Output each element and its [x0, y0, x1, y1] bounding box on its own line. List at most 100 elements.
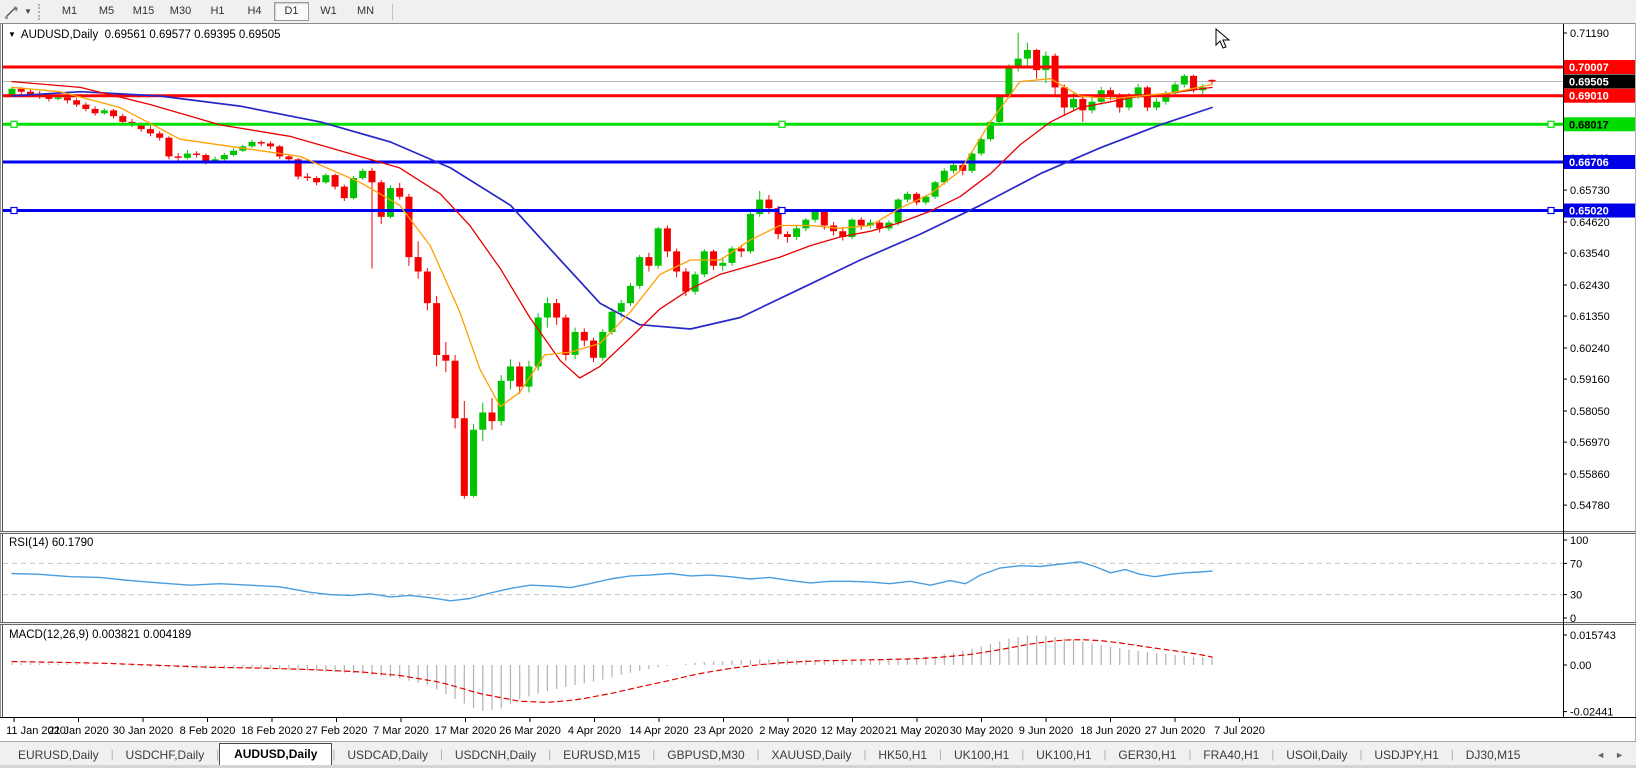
- candle-body: [812, 211, 819, 220]
- tab-scroll-left-button[interactable]: ◄: [1596, 750, 1605, 760]
- candle-body: [73, 100, 80, 104]
- candle-body: [1070, 99, 1077, 108]
- candle-body: [793, 228, 800, 237]
- date-tick-label: 4 Apr 2020: [568, 725, 621, 737]
- chart-tabs-bar: EURUSD,Daily|USDCHF,Daily|AUDUSD,Daily|U…: [0, 741, 1636, 766]
- candle-body: [119, 116, 126, 122]
- hline-handle[interactable]: [11, 208, 17, 214]
- candle-body: [249, 142, 256, 146]
- toolbar-separator: [392, 4, 393, 20]
- date-tick-label: 14 Apr 2020: [629, 725, 688, 737]
- candle-body: [553, 303, 560, 317]
- chart-tab-uk100-h1[interactable]: UK100,H1: [942, 745, 1021, 766]
- price-tick-label: 0.60240: [1570, 343, 1610, 355]
- candle-body: [682, 272, 689, 292]
- candle-body: [1181, 76, 1188, 85]
- candle-body: [92, 109, 99, 113]
- timeframe-button-mn[interactable]: MN: [348, 2, 383, 21]
- date-tick-label: 26 Mar 2020: [499, 725, 561, 737]
- chart-tab-gbpusd-m30[interactable]: GBPUSD,M30: [655, 745, 756, 766]
- candle-body: [405, 197, 412, 257]
- hline-handle[interactable]: [779, 208, 785, 214]
- chart-tab-eurusd-m15[interactable]: EURUSD,M15: [551, 745, 652, 766]
- timeframe-button-m1[interactable]: M1: [52, 2, 87, 21]
- top-toolbar: ▼ M1M5M15M30H1H4D1W1MN: [0, 0, 1636, 24]
- candle-body: [821, 211, 828, 225]
- chart-tab-xauusd-daily[interactable]: XAUUSD,Daily: [760, 745, 864, 766]
- candle-body: [147, 129, 154, 133]
- chart-canvas[interactable]: 0.711900.701100.690300.679200.668400.657…: [0, 23, 1636, 741]
- candle-body: [258, 142, 265, 143]
- hline-handle[interactable]: [1548, 121, 1554, 127]
- candle-body: [701, 251, 708, 274]
- date-tick-label: 30 Jan 2020: [113, 725, 174, 737]
- hline-handle[interactable]: [11, 121, 17, 127]
- candle-body: [285, 156, 292, 159]
- candle-body: [645, 257, 652, 266]
- candle-body: [341, 187, 348, 199]
- chart-tabs: EURUSD,Daily|USDCHF,Daily|AUDUSD,Daily|U…: [0, 742, 1596, 766]
- candle-body: [415, 257, 422, 271]
- candle-body: [950, 165, 957, 171]
- price-tick-label: 0.56970: [1570, 437, 1610, 449]
- chart-tab-uk100-h1[interactable]: UK100,H1: [1024, 745, 1103, 766]
- candle-body: [692, 274, 699, 291]
- candle-body: [489, 412, 496, 421]
- candle-body: [498, 381, 505, 421]
- timeframe-button-d1[interactable]: D1: [274, 2, 309, 21]
- candle-body: [276, 146, 283, 156]
- collapse-arrow-icon[interactable]: ▼: [8, 30, 16, 39]
- rsi-tick-label: 0: [1570, 613, 1576, 625]
- chart-tab-fra40-h1[interactable]: FRA40,H1: [1191, 745, 1271, 766]
- date-tick-label: 9 Jun 2020: [1019, 725, 1073, 737]
- candle-body: [479, 412, 486, 429]
- candle-body: [719, 263, 726, 266]
- candle-body: [507, 366, 514, 380]
- candle-body: [82, 105, 89, 109]
- price-tick-label: 0.62430: [1570, 280, 1610, 292]
- toolbar-grip[interactable]: [38, 4, 45, 20]
- chart-tab-dj30-m15[interactable]: DJ30,M15: [1454, 745, 1533, 766]
- crosshair-tool-icon[interactable]: [2, 3, 22, 21]
- hline-handle[interactable]: [779, 121, 785, 127]
- candle-body: [636, 257, 643, 286]
- timeframe-button-m5[interactable]: M5: [89, 2, 124, 21]
- candle-body: [1153, 102, 1160, 108]
- chart-tab-usdchf-daily[interactable]: USDCHF,Daily: [114, 745, 217, 766]
- candle-body: [1061, 87, 1068, 107]
- tab-scroll-right-button[interactable]: ►: [1615, 750, 1624, 760]
- chart-tab-hk50-h1[interactable]: HK50,H1: [866, 745, 939, 766]
- macd-tick-label: 0.015743: [1570, 630, 1616, 642]
- candle-body: [267, 143, 274, 146]
- chart-tab-audusd-daily[interactable]: AUDUSD,Daily: [219, 743, 332, 766]
- timeframe-button-h4[interactable]: H4: [237, 2, 272, 21]
- chart-tab-usoil-daily[interactable]: USOil,Daily: [1274, 745, 1359, 766]
- candle-body: [784, 234, 791, 237]
- macd-tick-label: 0.00: [1570, 660, 1591, 672]
- chart-tab-usdcad-daily[interactable]: USDCAD,Daily: [335, 745, 440, 766]
- chart-tab-usdjpy-h1[interactable]: USDJPY,H1: [1362, 745, 1450, 766]
- candle-body: [64, 97, 71, 100]
- date-tick-label: 18 Jun 2020: [1080, 725, 1141, 737]
- chart-tab-ger30-h1[interactable]: GER30,H1: [1106, 745, 1188, 766]
- date-tick-label: 18 Feb 2020: [241, 725, 303, 737]
- chevron-down-icon[interactable]: ▼: [22, 7, 34, 16]
- rsi-tick-label: 70: [1570, 558, 1582, 570]
- date-tick-label: 23 Apr 2020: [694, 725, 753, 737]
- mt4-terminal: ▼ M1M5M15M30H1H4D1W1MN 0.711900.701100.6…: [0, 0, 1636, 768]
- price-tick-label: 0.55860: [1570, 469, 1610, 481]
- macd-indicator-label: MACD(12,26,9) 0.003821 0.004189: [9, 629, 191, 641]
- candle-body: [581, 332, 588, 341]
- candle-body: [710, 251, 717, 265]
- timeframe-button-w1[interactable]: W1: [311, 2, 346, 21]
- timeframe-button-h1[interactable]: H1: [200, 2, 235, 21]
- candle-body: [175, 156, 182, 157]
- chart-tab-usdcnh-daily[interactable]: USDCNH,Daily: [443, 745, 548, 766]
- timeframe-button-m30[interactable]: M30: [163, 2, 198, 21]
- candle-body: [165, 138, 172, 157]
- timeframe-button-m15[interactable]: M15: [126, 2, 161, 21]
- hline-handle[interactable]: [1548, 208, 1554, 214]
- date-tick-label: 7 Mar 2020: [373, 725, 429, 737]
- chart-tab-eurusd-daily[interactable]: EURUSD,Daily: [6, 745, 111, 766]
- date-tick-label: 17 Mar 2020: [435, 725, 497, 737]
